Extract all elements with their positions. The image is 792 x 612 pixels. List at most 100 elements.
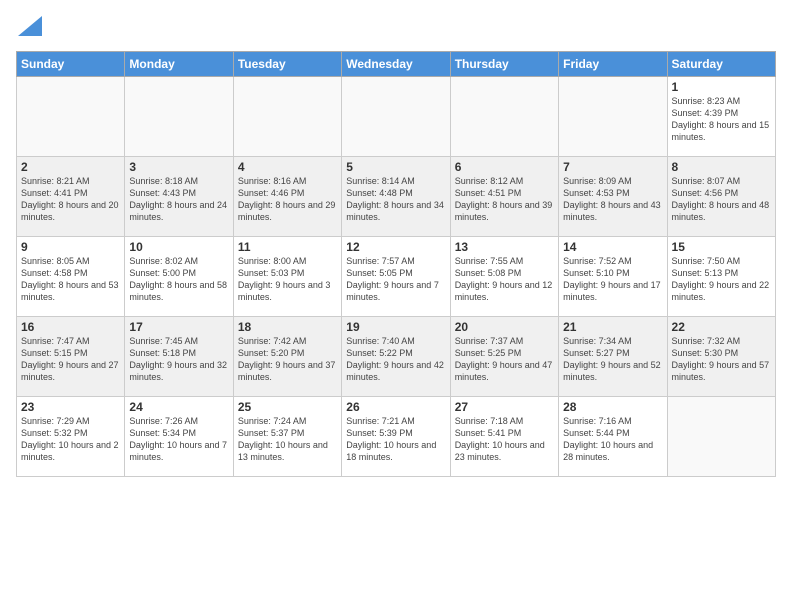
col-monday: Monday (125, 51, 233, 76)
day-info: Sunrise: 7:42 AM Sunset: 5:20 PM Dayligh… (238, 335, 337, 384)
calendar-week-row: 16Sunrise: 7:47 AM Sunset: 5:15 PM Dayli… (17, 316, 776, 396)
header (16, 16, 776, 41)
table-row (17, 76, 125, 156)
day-info: Sunrise: 8:05 AM Sunset: 4:58 PM Dayligh… (21, 255, 120, 304)
day-info: Sunrise: 8:18 AM Sunset: 4:43 PM Dayligh… (129, 175, 228, 224)
day-number: 19 (346, 320, 445, 334)
day-info: Sunrise: 8:16 AM Sunset: 4:46 PM Dayligh… (238, 175, 337, 224)
day-number: 22 (672, 320, 771, 334)
table-row: 15Sunrise: 7:50 AM Sunset: 5:13 PM Dayli… (667, 236, 775, 316)
day-number: 9 (21, 240, 120, 254)
day-number: 1 (672, 80, 771, 94)
day-number: 5 (346, 160, 445, 174)
day-number: 12 (346, 240, 445, 254)
day-info: Sunrise: 8:12 AM Sunset: 4:51 PM Dayligh… (455, 175, 554, 224)
table-row: 6Sunrise: 8:12 AM Sunset: 4:51 PM Daylig… (450, 156, 558, 236)
table-row: 20Sunrise: 7:37 AM Sunset: 5:25 PM Dayli… (450, 316, 558, 396)
table-row: 13Sunrise: 7:55 AM Sunset: 5:08 PM Dayli… (450, 236, 558, 316)
day-info: Sunrise: 7:26 AM Sunset: 5:34 PM Dayligh… (129, 415, 228, 464)
day-info: Sunrise: 7:57 AM Sunset: 5:05 PM Dayligh… (346, 255, 445, 304)
day-number: 24 (129, 400, 228, 414)
day-info: Sunrise: 7:40 AM Sunset: 5:22 PM Dayligh… (346, 335, 445, 384)
table-row (667, 396, 775, 476)
table-row: 12Sunrise: 7:57 AM Sunset: 5:05 PM Dayli… (342, 236, 450, 316)
calendar-week-row: 9Sunrise: 8:05 AM Sunset: 4:58 PM Daylig… (17, 236, 776, 316)
table-row: 25Sunrise: 7:24 AM Sunset: 5:37 PM Dayli… (233, 396, 341, 476)
day-info: Sunrise: 7:52 AM Sunset: 5:10 PM Dayligh… (563, 255, 662, 304)
day-info: Sunrise: 7:34 AM Sunset: 5:27 PM Dayligh… (563, 335, 662, 384)
day-number: 7 (563, 160, 662, 174)
col-thursday: Thursday (450, 51, 558, 76)
col-wednesday: Wednesday (342, 51, 450, 76)
table-row: 7Sunrise: 8:09 AM Sunset: 4:53 PM Daylig… (559, 156, 667, 236)
day-number: 6 (455, 160, 554, 174)
table-row: 28Sunrise: 7:16 AM Sunset: 5:44 PM Dayli… (559, 396, 667, 476)
table-row (233, 76, 341, 156)
table-row: 8Sunrise: 8:07 AM Sunset: 4:56 PM Daylig… (667, 156, 775, 236)
day-info: Sunrise: 7:37 AM Sunset: 5:25 PM Dayligh… (455, 335, 554, 384)
day-info: Sunrise: 7:32 AM Sunset: 5:30 PM Dayligh… (672, 335, 771, 384)
day-info: Sunrise: 8:00 AM Sunset: 5:03 PM Dayligh… (238, 255, 337, 304)
calendar-table: Sunday Monday Tuesday Wednesday Thursday… (16, 51, 776, 477)
calendar-week-row: 1Sunrise: 8:23 AM Sunset: 4:39 PM Daylig… (17, 76, 776, 156)
day-number: 10 (129, 240, 228, 254)
table-row: 2Sunrise: 8:21 AM Sunset: 4:41 PM Daylig… (17, 156, 125, 236)
day-number: 3 (129, 160, 228, 174)
table-row: 4Sunrise: 8:16 AM Sunset: 4:46 PM Daylig… (233, 156, 341, 236)
page-container: Sunday Monday Tuesday Wednesday Thursday… (0, 0, 792, 485)
day-info: Sunrise: 7:29 AM Sunset: 5:32 PM Dayligh… (21, 415, 120, 464)
table-row: 26Sunrise: 7:21 AM Sunset: 5:39 PM Dayli… (342, 396, 450, 476)
table-row (125, 76, 233, 156)
col-saturday: Saturday (667, 51, 775, 76)
col-friday: Friday (559, 51, 667, 76)
table-row: 19Sunrise: 7:40 AM Sunset: 5:22 PM Dayli… (342, 316, 450, 396)
day-info: Sunrise: 8:21 AM Sunset: 4:41 PM Dayligh… (21, 175, 120, 224)
table-row: 22Sunrise: 7:32 AM Sunset: 5:30 PM Dayli… (667, 316, 775, 396)
day-info: Sunrise: 8:07 AM Sunset: 4:56 PM Dayligh… (672, 175, 771, 224)
day-number: 17 (129, 320, 228, 334)
day-info: Sunrise: 8:23 AM Sunset: 4:39 PM Dayligh… (672, 95, 771, 144)
table-row (559, 76, 667, 156)
day-number: 26 (346, 400, 445, 414)
day-number: 20 (455, 320, 554, 334)
day-number: 4 (238, 160, 337, 174)
day-info: Sunrise: 7:18 AM Sunset: 5:41 PM Dayligh… (455, 415, 554, 464)
table-row (342, 76, 450, 156)
day-info: Sunrise: 8:14 AM Sunset: 4:48 PM Dayligh… (346, 175, 445, 224)
table-row: 18Sunrise: 7:42 AM Sunset: 5:20 PM Dayli… (233, 316, 341, 396)
day-number: 21 (563, 320, 662, 334)
day-number: 15 (672, 240, 771, 254)
day-number: 25 (238, 400, 337, 414)
table-row: 21Sunrise: 7:34 AM Sunset: 5:27 PM Dayli… (559, 316, 667, 396)
table-row: 10Sunrise: 8:02 AM Sunset: 5:00 PM Dayli… (125, 236, 233, 316)
day-number: 2 (21, 160, 120, 174)
table-row: 9Sunrise: 8:05 AM Sunset: 4:58 PM Daylig… (17, 236, 125, 316)
calendar-header-row: Sunday Monday Tuesday Wednesday Thursday… (17, 51, 776, 76)
col-tuesday: Tuesday (233, 51, 341, 76)
table-row: 5Sunrise: 8:14 AM Sunset: 4:48 PM Daylig… (342, 156, 450, 236)
table-row: 24Sunrise: 7:26 AM Sunset: 5:34 PM Dayli… (125, 396, 233, 476)
table-row: 3Sunrise: 8:18 AM Sunset: 4:43 PM Daylig… (125, 156, 233, 236)
day-number: 23 (21, 400, 120, 414)
day-number: 16 (21, 320, 120, 334)
table-row (450, 76, 558, 156)
day-info: Sunrise: 7:16 AM Sunset: 5:44 PM Dayligh… (563, 415, 662, 464)
table-row: 16Sunrise: 7:47 AM Sunset: 5:15 PM Dayli… (17, 316, 125, 396)
day-info: Sunrise: 7:47 AM Sunset: 5:15 PM Dayligh… (21, 335, 120, 384)
day-info: Sunrise: 8:02 AM Sunset: 5:00 PM Dayligh… (129, 255, 228, 304)
day-number: 28 (563, 400, 662, 414)
day-info: Sunrise: 7:50 AM Sunset: 5:13 PM Dayligh… (672, 255, 771, 304)
calendar-week-row: 2Sunrise: 8:21 AM Sunset: 4:41 PM Daylig… (17, 156, 776, 236)
day-number: 13 (455, 240, 554, 254)
day-number: 8 (672, 160, 771, 174)
day-info: Sunrise: 8:09 AM Sunset: 4:53 PM Dayligh… (563, 175, 662, 224)
day-number: 11 (238, 240, 337, 254)
day-info: Sunrise: 7:45 AM Sunset: 5:18 PM Dayligh… (129, 335, 228, 384)
day-info: Sunrise: 7:24 AM Sunset: 5:37 PM Dayligh… (238, 415, 337, 464)
table-row: 1Sunrise: 8:23 AM Sunset: 4:39 PM Daylig… (667, 76, 775, 156)
table-row: 23Sunrise: 7:29 AM Sunset: 5:32 PM Dayli… (17, 396, 125, 476)
day-info: Sunrise: 7:55 AM Sunset: 5:08 PM Dayligh… (455, 255, 554, 304)
day-info: Sunrise: 7:21 AM Sunset: 5:39 PM Dayligh… (346, 415, 445, 464)
table-row: 11Sunrise: 8:00 AM Sunset: 5:03 PM Dayli… (233, 236, 341, 316)
day-number: 18 (238, 320, 337, 334)
